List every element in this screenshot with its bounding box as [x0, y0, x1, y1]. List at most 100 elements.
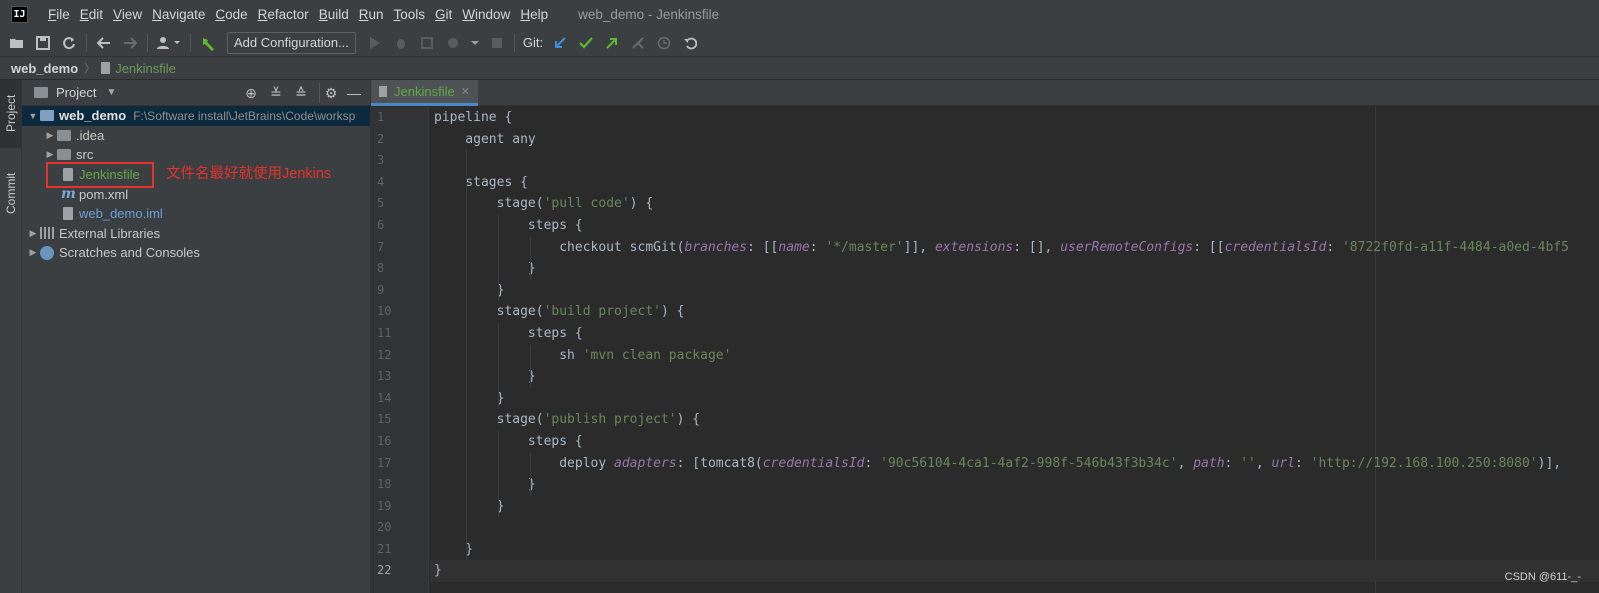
menu-edit[interactable]: Edit	[75, 0, 108, 29]
menu-help[interactable]: Help	[515, 0, 553, 29]
chevron-right-icon[interactable]: ▶	[43, 149, 57, 160]
line-number-gutter: 1 2 3 4 5 6 7 8 9 10 11 12 13 14 15 16 1…	[371, 107, 429, 593]
line-number: 10	[377, 304, 392, 319]
code-line: stages {	[434, 174, 528, 190]
project-panel: Project ▼ ⊕ ≚ ≙ ⚙ — ▼ web_demo F:\Softwa…	[22, 80, 370, 593]
debug-icon[interactable]	[390, 32, 412, 54]
code-line: stage('pull code') {	[434, 196, 654, 212]
tree-item-label: web_demo	[59, 108, 127, 124]
file-icon	[379, 86, 387, 97]
library-icon	[40, 227, 54, 240]
save-all-icon[interactable]	[32, 32, 54, 54]
git-update-icon[interactable]	[549, 32, 571, 54]
breadcrumb-file[interactable]: Jenkinsfile	[115, 61, 176, 76]
chevron-right-icon[interactable]: ▶	[43, 130, 57, 141]
git-rollback-icon[interactable]	[679, 32, 701, 54]
code-line: steps {	[434, 433, 583, 449]
breadcrumb-project[interactable]: web_demo	[11, 61, 78, 76]
code-line: }	[434, 369, 536, 385]
back-arrow-icon[interactable]	[93, 32, 115, 54]
code-line: steps {	[434, 325, 583, 341]
open-folder-icon[interactable]	[6, 32, 28, 54]
tree-item-label: .idea	[76, 127, 105, 143]
menu-window[interactable]: Window	[457, 0, 515, 29]
breadcrumb-separator-icon: 〉	[84, 63, 96, 75]
project-tool-tab[interactable]: Project	[0, 80, 22, 148]
profile-icon[interactable]	[442, 32, 464, 54]
run-icon[interactable]	[364, 32, 386, 54]
maven-icon: m	[61, 186, 76, 203]
build-hammer-icon[interactable]	[197, 32, 219, 54]
add-configuration-button[interactable]: Add Configuration...	[227, 31, 356, 54]
menu-code[interactable]: Code	[210, 0, 252, 29]
git-history-clock-icon[interactable]	[653, 32, 675, 54]
menu-run[interactable]: Run	[354, 0, 389, 29]
chevron-right-icon[interactable]: ▶	[26, 228, 40, 239]
code-line: stage('build project') {	[434, 304, 685, 320]
tree-item-jenkinsfile[interactable]: Jenkinsfile 文件名最好就使用Jenkins	[22, 161, 370, 188]
menu-bar: IJ File Edit View Navigate Code Refactor…	[0, 0, 1599, 29]
line-number: 8	[377, 261, 385, 276]
menu-refactor[interactable]: Refactor	[253, 0, 314, 29]
code-area[interactable]: pipeline { agent any stages { stage('pul…	[430, 107, 1599, 593]
menu-tools[interactable]: Tools	[389, 0, 431, 29]
editor: Jenkinsfile ✕ 1 2 3 4 5 6 7 8 9 10 11 12…	[370, 80, 1599, 593]
locate-file-icon[interactable]: ⊕	[241, 83, 261, 103]
menu-build[interactable]: Build	[314, 0, 354, 29]
run-options-chevron-icon[interactable]	[468, 32, 482, 54]
line-number: 19	[377, 498, 392, 513]
menu-view[interactable]: View	[108, 0, 147, 29]
git-push-icon[interactable]	[601, 32, 623, 54]
window-title: web_demo - Jenkinsfile	[578, 7, 720, 22]
forward-arrow-icon[interactable]	[119, 32, 141, 54]
tree-item-external-libraries[interactable]: ▶ External Libraries	[22, 224, 370, 244]
chevron-right-icon[interactable]: ▶	[26, 247, 40, 258]
commit-tool-tab[interactable]: Commit	[0, 158, 22, 218]
annotation-text: 文件名最好就使用Jenkins	[166, 165, 332, 182]
tree-item-label: pom.xml	[79, 186, 129, 202]
line-number: 6	[377, 217, 385, 232]
file-icon	[101, 62, 111, 74]
indent-guide	[498, 323, 499, 409]
coverage-icon[interactable]	[416, 32, 438, 54]
indent-guide	[466, 150, 467, 561]
tree-item-idea[interactable]: ▶ .idea	[22, 126, 370, 146]
line-number: 13	[377, 369, 392, 384]
line-number: 14	[377, 390, 392, 405]
toolbar-separator	[147, 33, 148, 52]
code-line: }	[434, 390, 505, 406]
chevron-down-icon[interactable]: ▼	[26, 111, 40, 121]
tree-item-label: web_demo.iml	[79, 206, 163, 222]
tree-item-iml[interactable]: web_demo.iml	[22, 204, 370, 224]
code-line: sh 'mvn clean package'	[434, 347, 732, 363]
expand-all-icon[interactable]: ≚	[266, 83, 286, 103]
project-panel-title[interactable]: Project	[56, 85, 96, 100]
code-line: steps {	[434, 217, 583, 233]
synchronize-icon[interactable]	[58, 32, 80, 54]
tab-jenkinsfile[interactable]: Jenkinsfile ✕	[371, 80, 478, 106]
tree-item-scratches[interactable]: ▶ Scratches and Consoles	[22, 243, 370, 263]
tree-item-label: src	[76, 147, 94, 163]
stop-icon[interactable]	[486, 32, 508, 54]
user-dropdown-icon[interactable]	[154, 32, 184, 54]
tree-item-label: External Libraries	[59, 225, 161, 241]
git-commit-check-icon[interactable]	[575, 32, 597, 54]
gear-icon[interactable]: ⚙	[319, 82, 339, 103]
chevron-down-icon[interactable]: ▼	[106, 87, 116, 98]
line-number: 18	[377, 477, 392, 492]
collapse-all-icon[interactable]: ≙	[291, 83, 311, 103]
close-icon[interactable]: ✕	[461, 85, 470, 98]
intellij-logo-icon: IJ	[11, 6, 28, 23]
line-number: 3	[377, 153, 385, 168]
tree-item-pom[interactable]: m pom.xml	[22, 184, 370, 204]
menu-navigate[interactable]: Navigate	[147, 0, 210, 29]
line-number: 17	[377, 455, 392, 470]
menu-git[interactable]: Git	[430, 0, 457, 29]
line-number: 7	[377, 239, 385, 254]
hide-panel-icon[interactable]: —	[344, 83, 364, 103]
tree-item-web-demo[interactable]: ▼ web_demo F:\Software install\JetBrains…	[22, 106, 370, 126]
toolbar-separator	[190, 33, 191, 52]
menu-file[interactable]: File	[43, 0, 75, 29]
git-merge-icon[interactable]	[627, 32, 649, 54]
